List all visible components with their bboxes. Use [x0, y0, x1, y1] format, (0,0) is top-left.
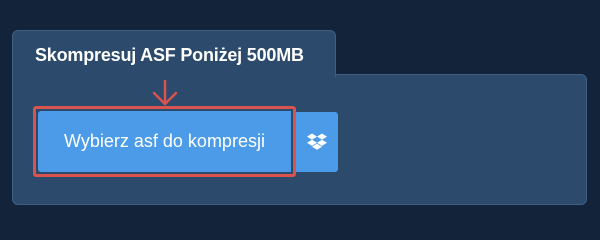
compress-panel: Skompresuj ASF Poniżej 500MB Wybierz asf… [12, 30, 587, 205]
panel-tab: Skompresuj ASF Poniżej 500MB [12, 30, 336, 77]
dropbox-button[interactable] [296, 112, 338, 172]
arrow-down-icon [152, 80, 178, 106]
dropbox-icon [307, 133, 327, 150]
panel-title: Skompresuj ASF Poniżej 500MB [35, 45, 304, 65]
choose-file-button[interactable]: Wybierz asf do kompresji [38, 111, 291, 172]
